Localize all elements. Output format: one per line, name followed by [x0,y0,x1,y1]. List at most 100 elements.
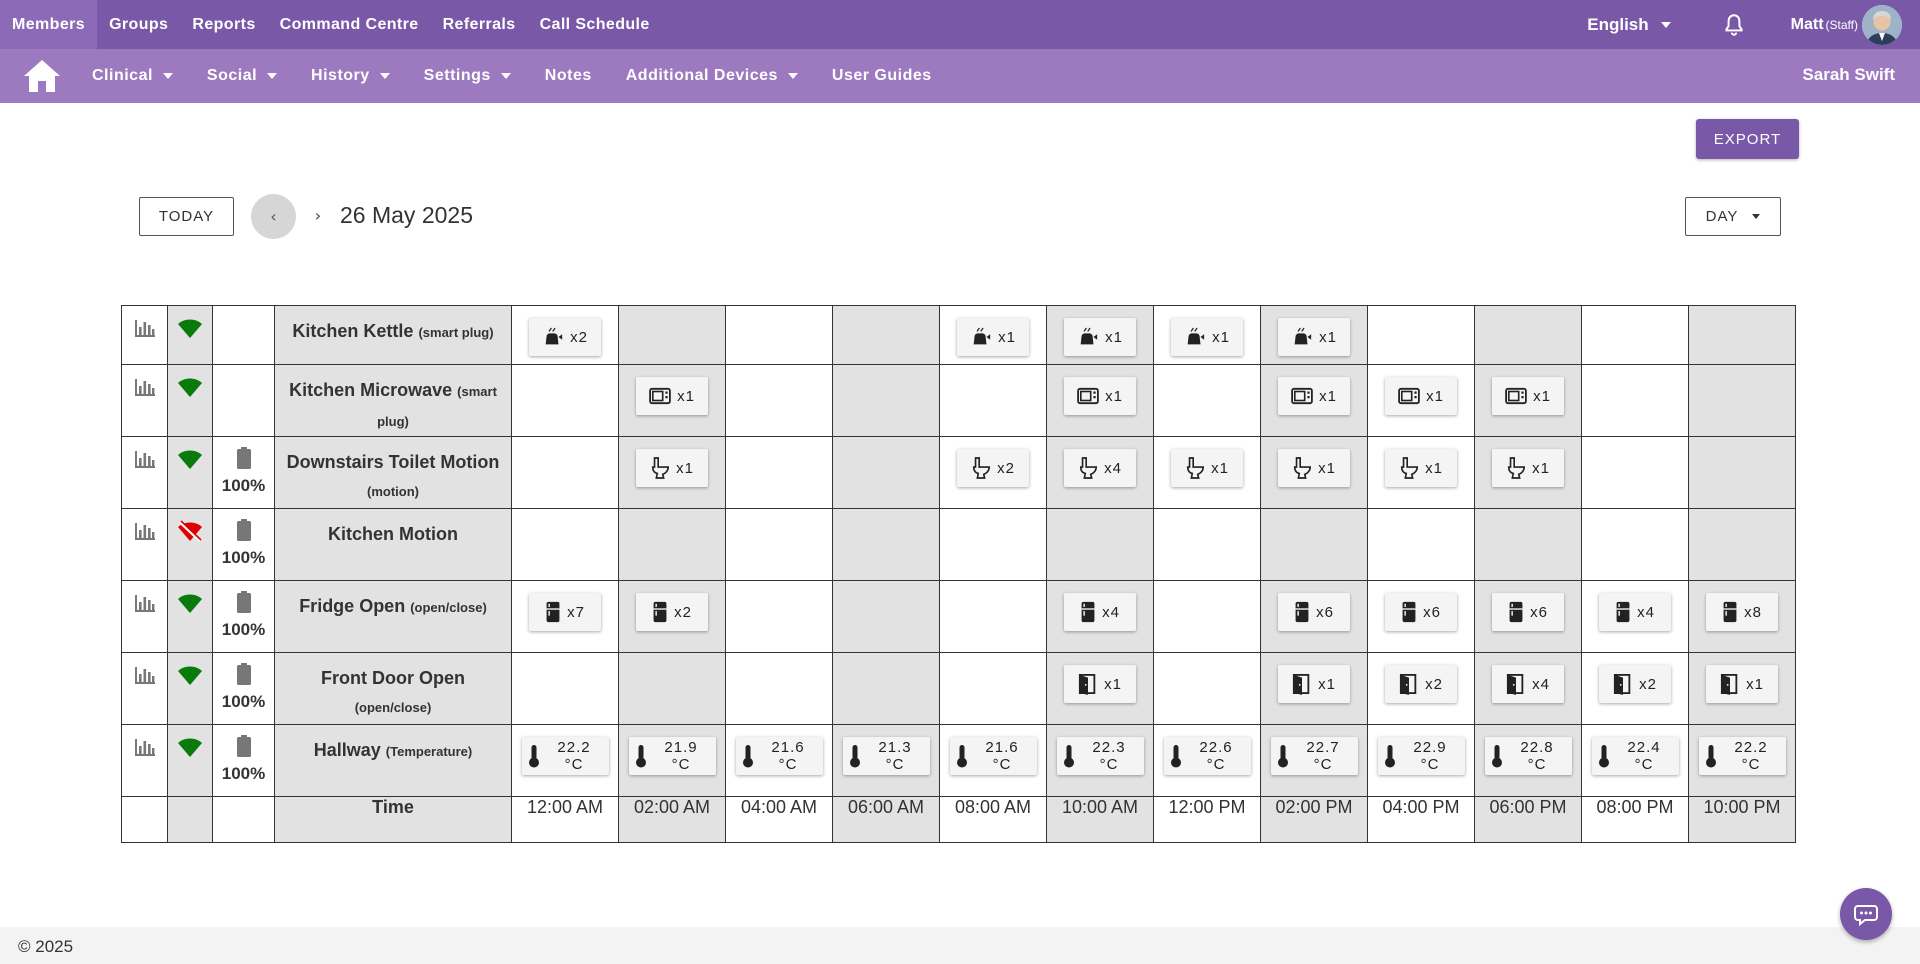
event-value: x6 [1530,603,1548,621]
topnav-groups[interactable]: Groups [97,0,180,49]
time-slot-cell: x2 [511,305,619,365]
subnav-user-guides[interactable]: User Guides [832,67,932,85]
event-chip[interactable]: x1 [1064,318,1136,356]
event-chip[interactable]: x1 [1492,449,1564,487]
chevron-down-icon [1752,214,1761,219]
subnav-label: Social [206,67,258,84]
avatar[interactable] [1862,4,1902,45]
time-slot-cell: 21.9 °C [618,724,726,797]
export-button[interactable]: EXPORT [1696,119,1799,159]
event-chip[interactable]: x2 [1599,665,1671,703]
stats-cell[interactable] [121,580,168,653]
event-chip[interactable]: x1 [636,377,708,415]
signal-icon [178,450,202,469]
time-slot-cell [939,580,1047,653]
event-chip[interactable]: 22.6 °C [1163,737,1251,775]
subnav-settings[interactable]: Settings [424,67,511,85]
event-chip[interactable]: x6 [1492,593,1564,631]
event-chip[interactable]: x4 [1492,665,1564,703]
signal-cell [167,724,213,797]
event-chip[interactable]: x6 [1385,593,1457,631]
today-button[interactable]: TODAY [139,197,234,236]
event-chip[interactable]: x4 [1599,593,1671,631]
chat-button[interactable] [1840,888,1892,940]
event-chip[interactable]: 22.3 °C [1056,737,1144,775]
event-chip[interactable]: x2 [1385,665,1457,703]
event-chip[interactable]: 22.2 °C [521,737,609,775]
next-day-button[interactable]: › [308,199,328,231]
signal-lost-icon [178,520,202,543]
event-chip[interactable]: x1 [1278,665,1350,703]
topnav-members[interactable]: Members [0,0,98,49]
event-value: x1 [1426,387,1444,405]
event-chip[interactable]: 21.9 °C [628,737,716,775]
time-slot-cell [725,508,833,581]
time-slot-cell [725,580,833,653]
subnav-history[interactable]: History [311,67,390,85]
event-chip[interactable]: x7 [529,593,601,631]
battery-cell: 100% [212,652,275,725]
event-chip[interactable]: x1 [957,318,1029,356]
language-select[interactable]: English [1587,15,1671,35]
event-chip[interactable]: 22.2 °C [1698,737,1786,775]
event-chip[interactable]: x2 [957,449,1029,487]
event-chip[interactable]: x4 [1064,593,1136,631]
time-slot-cell: x6 [1260,580,1368,653]
member-name: Sarah Swift [1802,65,1895,84]
event-chip[interactable]: x1 [1492,377,1564,415]
subnav-additional-devices[interactable]: Additional Devices [626,67,798,85]
bell-icon[interactable] [1721,12,1747,38]
event-chip[interactable]: x4 [1064,449,1136,487]
event-chip[interactable]: 21.6 °C [735,737,823,775]
stats-cell[interactable] [121,364,168,437]
stats-cell[interactable] [121,508,168,581]
stats-cell[interactable] [121,305,168,365]
event-chip[interactable]: 22.4 °C [1591,737,1679,775]
event-chip[interactable]: 21.3 °C [842,737,930,775]
view-select[interactable]: DAY [1685,197,1781,236]
event-value: x1 [1105,328,1123,346]
event-value: x1 [1212,328,1230,346]
stats-cell[interactable] [121,652,168,725]
user-menu[interactable]: Matt (Staff) [1791,4,1902,45]
sub-nav: Clinical Social History Settings Notes A… [92,67,966,85]
event-chip[interactable]: x1 [1278,449,1350,487]
event-chip[interactable]: x1 [1278,377,1350,415]
time-slot-cell: 22.2 °C [1688,724,1796,797]
event-chip[interactable]: x2 [529,318,601,356]
time-slot-cell [1688,436,1796,509]
subnav-notes[interactable]: Notes [545,67,592,85]
time-slot-cell [1046,508,1154,581]
event-chip[interactable]: 22.7 °C [1270,737,1358,775]
signal-cell [167,580,213,653]
event-chip[interactable]: x1 [1278,318,1350,356]
event-chip[interactable]: x1 [1706,665,1778,703]
topnav-command-centre[interactable]: Command Centre [268,0,431,49]
event-chip[interactable]: x2 [636,593,708,631]
topnav-referrals[interactable]: Referrals [431,0,528,49]
device-name-cell: Downstairs Toilet Motion (motion) [274,436,512,509]
subnav-label: User Guides [831,67,932,84]
event-value: 22.8 °C [1520,739,1554,773]
event-chip[interactable]: x1 [1385,449,1457,487]
event-chip[interactable]: 22.8 °C [1484,737,1572,775]
event-chip[interactable]: x1 [1171,449,1243,487]
event-chip[interactable]: x6 [1278,593,1350,631]
previous-day-button[interactable]: ‹ [251,194,296,239]
event-chip[interactable]: x1 [1385,377,1457,415]
event-chip[interactable]: 21.6 °C [949,737,1037,775]
event-chip[interactable]: x1 [1064,377,1136,415]
event-chip[interactable]: 22.9 °C [1377,737,1465,775]
home-icon[interactable] [22,58,62,94]
topnav-call-schedule[interactable]: Call Schedule [528,0,662,49]
topnav-reports[interactable]: Reports [180,0,267,49]
stats-cell[interactable] [121,436,168,509]
subnav-clinical[interactable]: Clinical [92,67,173,85]
event-chip[interactable]: x1 [1064,665,1136,703]
event-chip[interactable]: x1 [636,449,708,487]
subnav-social[interactable]: Social [206,67,278,85]
stats-cell[interactable] [121,724,168,797]
event-chip[interactable]: x1 [1171,318,1243,356]
event-chip[interactable]: x8 [1706,593,1778,631]
thermometer-icon [1277,745,1288,768]
